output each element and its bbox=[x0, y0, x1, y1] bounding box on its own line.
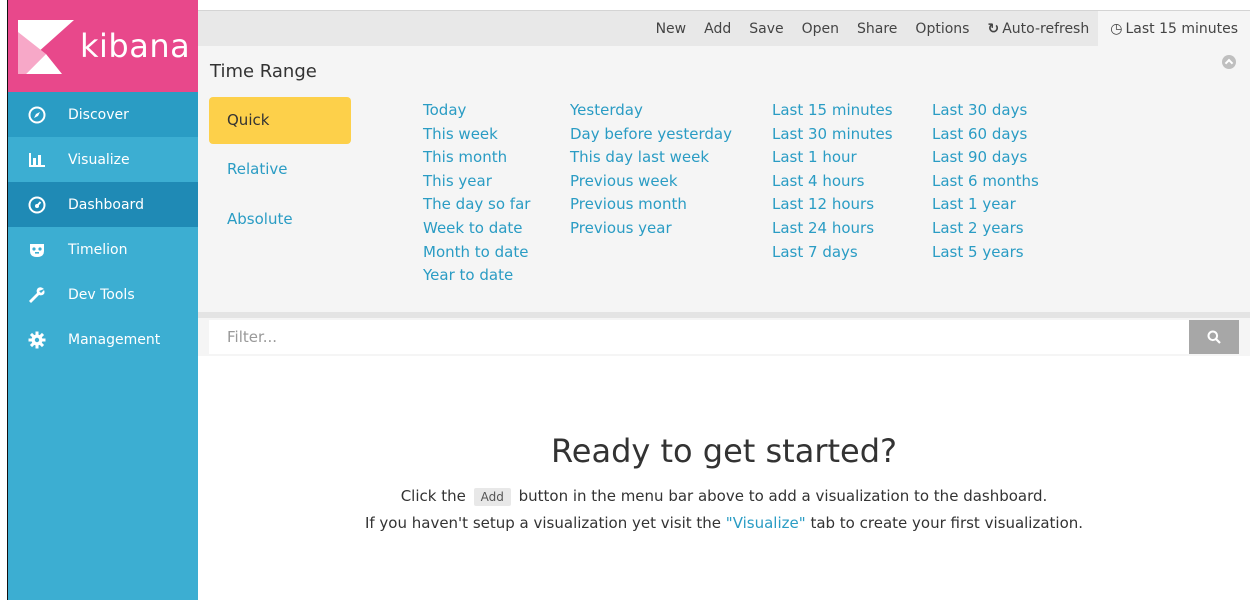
new-button[interactable]: New bbox=[647, 11, 696, 47]
sidebar-item-management[interactable]: Management bbox=[8, 317, 198, 362]
quick-option[interactable]: Last 4 hours bbox=[772, 170, 893, 194]
share-button[interactable]: Share bbox=[848, 11, 906, 47]
sidebar-item-label: Management bbox=[68, 331, 161, 348]
quick-option[interactable]: Last 30 minutes bbox=[772, 123, 893, 147]
wrench-icon bbox=[8, 286, 68, 304]
save-button[interactable]: Save bbox=[740, 11, 792, 47]
empty-state-line-2: If you haven't setup a visualization yet… bbox=[198, 514, 1250, 532]
quick-option[interactable]: Previous week bbox=[570, 170, 732, 194]
empty-state-text: Click the bbox=[400, 487, 466, 505]
sidebar-item-visualize[interactable]: Visualize bbox=[8, 137, 198, 182]
quick-option[interactable]: This week bbox=[423, 123, 530, 147]
quick-option[interactable]: Previous month bbox=[570, 193, 732, 217]
add-keyword-chip: Add bbox=[473, 488, 511, 506]
quick-option[interactable]: The day so far bbox=[423, 193, 530, 217]
filter-input[interactable] bbox=[209, 320, 1189, 354]
tab-absolute[interactable]: Absolute bbox=[209, 196, 351, 243]
tab-quick[interactable]: Quick bbox=[209, 97, 351, 144]
auto-refresh-label: Auto-refresh bbox=[1002, 21, 1090, 37]
sidebar: kibana Discover Visualize Dashboard Time… bbox=[8, 0, 198, 600]
sidebar-item-label: Timelion bbox=[68, 241, 128, 258]
quick-option[interactable]: Last 90 days bbox=[932, 146, 1039, 170]
sidebar-item-dashboard[interactable]: Dashboard bbox=[8, 182, 198, 227]
empty-state-title: Ready to get started? bbox=[550, 432, 898, 470]
time-range-title: Time Range bbox=[210, 61, 317, 82]
dashboard-gauge-icon bbox=[8, 196, 68, 214]
quick-option[interactable]: Last 6 months bbox=[932, 170, 1039, 194]
empty-state-text: tab to create your first visualization. bbox=[810, 514, 1084, 532]
timelion-mask-icon bbox=[8, 241, 68, 259]
quick-option[interactable]: Yesterday bbox=[570, 99, 732, 123]
search-icon bbox=[1207, 330, 1221, 344]
sidebar-item-dev-tools[interactable]: Dev Tools bbox=[8, 272, 198, 317]
quick-option[interactable]: Last 2 years bbox=[932, 217, 1039, 241]
tab-relative[interactable]: Relative bbox=[209, 146, 351, 193]
options-button[interactable]: Options bbox=[906, 11, 978, 47]
quick-option[interactable]: Last 60 days bbox=[932, 123, 1039, 147]
auto-refresh-button[interactable]: ↻ Auto-refresh bbox=[978, 11, 1098, 47]
sidebar-item-label: Dev Tools bbox=[68, 286, 135, 303]
quick-option[interactable]: Day before yesterday bbox=[570, 123, 732, 147]
quick-option[interactable]: Last 30 days bbox=[932, 99, 1039, 123]
filter-bar bbox=[198, 318, 1250, 356]
quick-option[interactable]: Previous year bbox=[570, 217, 732, 241]
quick-column-3: Last 15 minutes Last 30 minutes Last 1 h… bbox=[772, 99, 893, 264]
quick-option[interactable]: Last 12 hours bbox=[772, 193, 893, 217]
quick-column-4: Last 30 days Last 60 days Last 90 days L… bbox=[932, 99, 1039, 264]
quick-option[interactable]: This year bbox=[423, 170, 530, 194]
clock-icon: ◷ bbox=[1110, 21, 1123, 37]
quick-option[interactable]: Week to date bbox=[423, 217, 530, 241]
compass-icon bbox=[8, 106, 68, 124]
empty-state-text: If you haven't setup a visualization yet… bbox=[364, 514, 722, 532]
quick-option[interactable]: Last 1 hour bbox=[772, 146, 893, 170]
quick-option[interactable]: Last 24 hours bbox=[772, 217, 893, 241]
time-picker-button[interactable]: ◷ Last 15 minutes bbox=[1098, 11, 1250, 47]
sidebar-item-label: Visualize bbox=[68, 151, 130, 168]
quick-option[interactable]: Month to date bbox=[423, 241, 530, 265]
window-edge bbox=[0, 0, 8, 600]
gear-icon bbox=[8, 331, 68, 349]
time-range-panel: Time Range Quick Relative Absolute Today… bbox=[198, 46, 1250, 312]
sidebar-item-label: Discover bbox=[68, 106, 129, 123]
open-button[interactable]: Open bbox=[793, 11, 848, 47]
quick-option[interactable]: Today bbox=[423, 99, 530, 123]
kibana-logo-icon bbox=[18, 20, 74, 74]
sidebar-item-timelion[interactable]: Timelion bbox=[8, 227, 198, 272]
filter-search-button[interactable] bbox=[1189, 320, 1239, 354]
kibana-logo[interactable]: kibana bbox=[8, 0, 198, 92]
app-name: kibana bbox=[80, 27, 191, 65]
empty-state-text: button in the menu bar above to add a vi… bbox=[518, 487, 1048, 505]
quick-option[interactable]: Last 7 days bbox=[772, 241, 893, 265]
bar-chart-icon bbox=[8, 151, 68, 169]
quick-column-2: Yesterday Day before yesterday This day … bbox=[570, 99, 732, 241]
empty-state-line-1: Click the Add button in the menu bar abo… bbox=[198, 487, 1250, 506]
refresh-icon: ↻ bbox=[987, 21, 1000, 37]
quick-option[interactable]: Last 15 minutes bbox=[772, 99, 893, 123]
sidebar-item-discover[interactable]: Discover bbox=[8, 92, 198, 137]
add-button[interactable]: Add bbox=[695, 11, 740, 47]
collapse-chevron-up-icon[interactable] bbox=[1222, 55, 1236, 69]
visualize-link[interactable]: "Visualize" bbox=[726, 514, 806, 532]
quick-column-1: Today This week This month This year The… bbox=[423, 99, 530, 288]
quick-option[interactable]: This day last week bbox=[570, 146, 732, 170]
quick-option[interactable]: Last 5 years bbox=[932, 241, 1039, 265]
sidebar-item-label: Dashboard bbox=[68, 196, 144, 213]
quick-option[interactable]: This month bbox=[423, 146, 530, 170]
quick-option[interactable]: Last 1 year bbox=[932, 193, 1039, 217]
time-picker-label: Last 15 minutes bbox=[1125, 21, 1238, 37]
quick-option[interactable]: Year to date bbox=[423, 264, 530, 288]
top-menu-bar: New Add Save Open Share Options ↻ Auto-re… bbox=[198, 10, 1250, 47]
